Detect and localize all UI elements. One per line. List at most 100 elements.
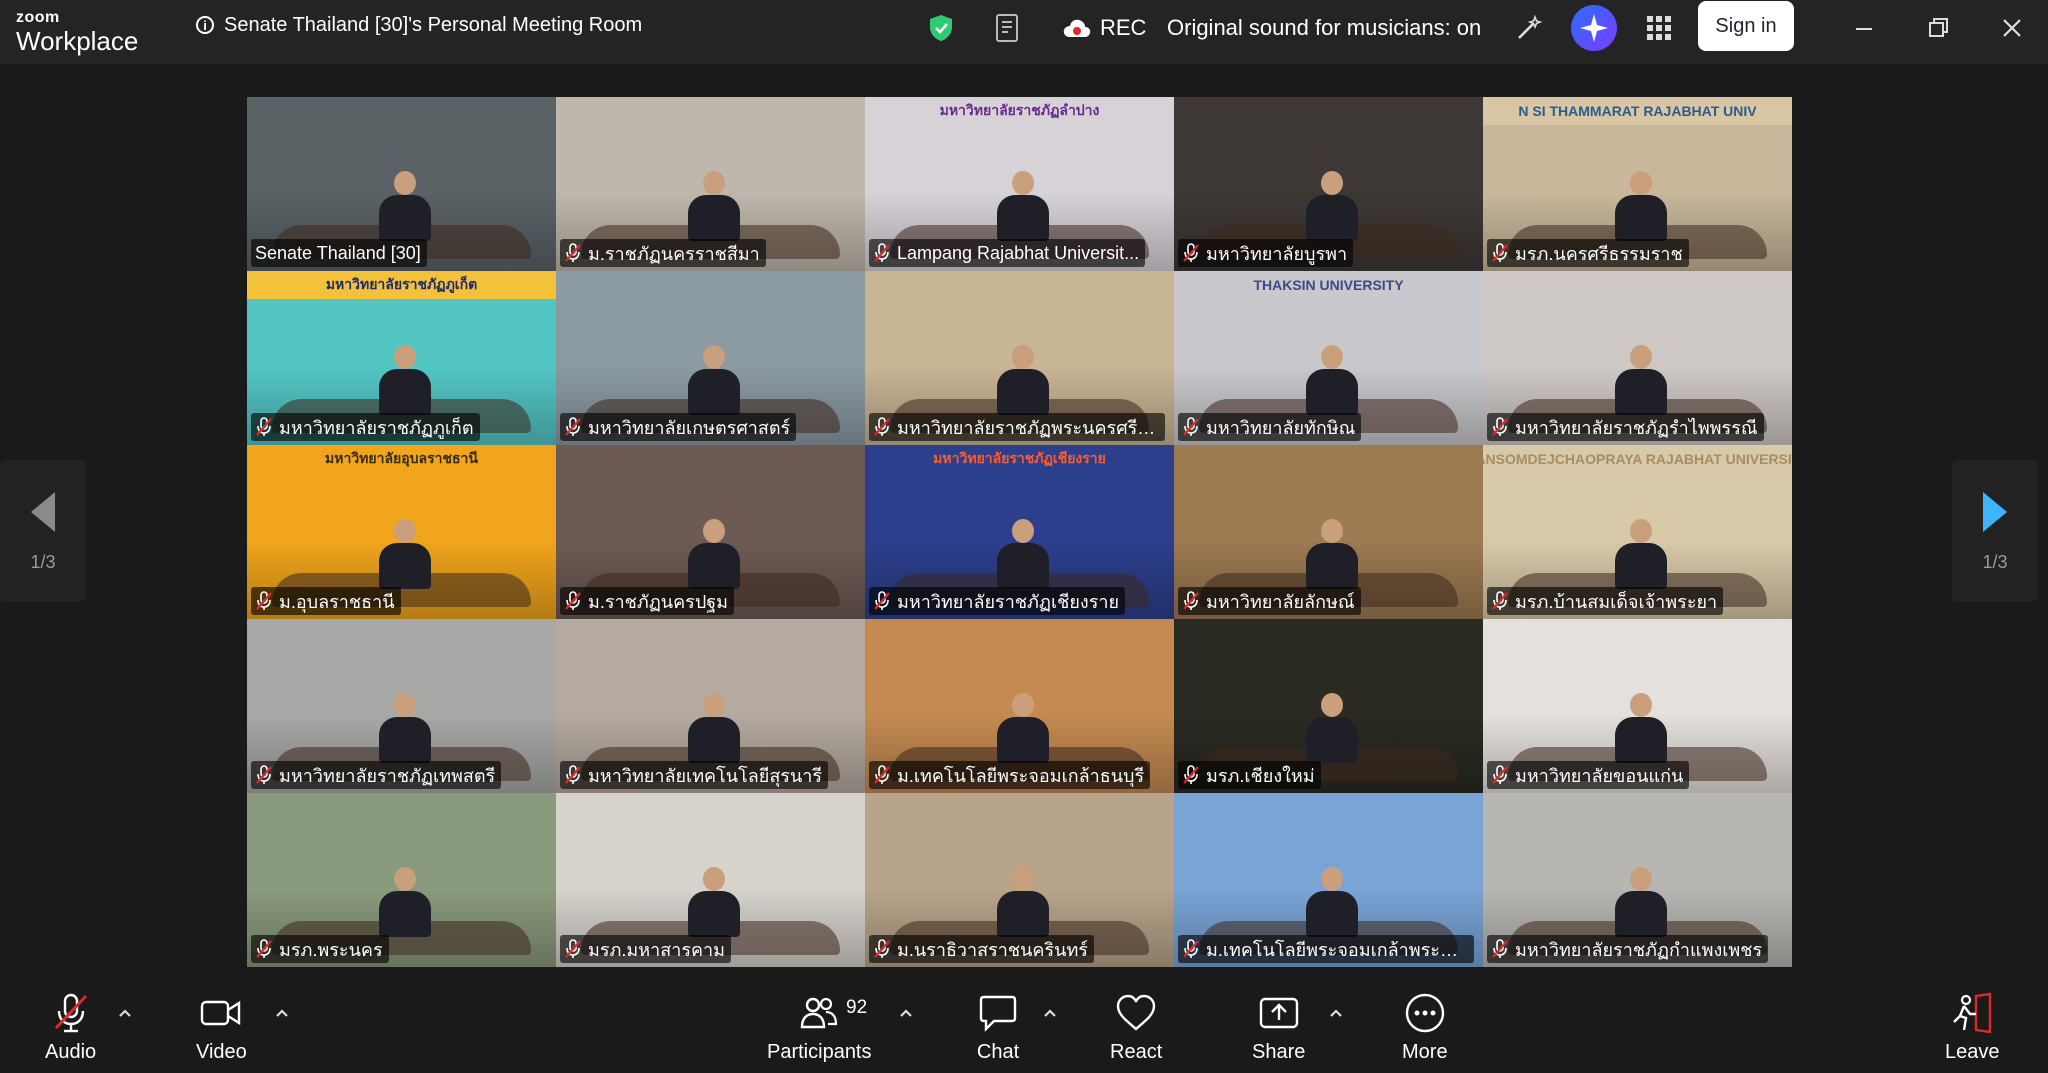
sign-in-button[interactable]: Sign in	[1698, 1, 1794, 51]
chat-button[interactable]: Chat	[976, 991, 1020, 1064]
participant-name: มหาวิทยาลัยราชภัฏภูเก็ต	[279, 417, 474, 438]
close-icon[interactable]	[1998, 14, 2026, 42]
participant-silhouette	[1613, 519, 1669, 589]
participant-video-tile[interactable]: THAKSIN UNIVERSITY มหาวิทยาลัยทักษิณ	[1174, 271, 1483, 445]
participant-silhouette	[686, 519, 742, 589]
react-label: React	[1110, 1041, 1163, 1063]
participant-name-tag: มหาวิทยาลัยราชภัฏเชียงราย	[869, 587, 1126, 615]
leave-exit-icon	[1950, 991, 1994, 1035]
participant-silhouette	[1304, 345, 1360, 415]
video-button[interactable]: Video	[196, 991, 247, 1064]
participant-video-tile[interactable]: มหาวิทยาลัยอุบลราชธานี ม.อุบลราชธานี	[247, 445, 556, 619]
muted-mic-icon	[1492, 939, 1508, 958]
participant-name: ม.เทคโนโลยีพระจอมเกล้าพระนคร...	[1206, 939, 1468, 960]
leave-button[interactable]: Leave	[1945, 991, 2000, 1064]
muted-mic-icon	[1492, 243, 1508, 262]
previous-page-button[interactable]: 1/3	[0, 460, 86, 602]
participant-video-tile[interactable]: ม.นราธิวาสราชนครินทร์	[865, 793, 1174, 967]
cloud-recording-indicator[interactable]: REC	[1062, 0, 1146, 56]
participants-options-chevron-up-icon[interactable]	[896, 1003, 916, 1023]
muted-mic-icon	[874, 939, 890, 958]
meeting-info[interactable]: i Senate Thailand [30]'s Personal Meetin…	[196, 12, 642, 38]
participant-video-tile[interactable]: ม.เทคโนโลยีพระจอมเกล้าพระนคร...	[1174, 793, 1483, 967]
participant-video-tile[interactable]: มหาวิทยาลัยราชภัฏรำไพพรรณี	[1483, 271, 1792, 445]
muted-mic-icon	[256, 939, 272, 958]
participant-video-tile[interactable]: BANSOMDEJCHAOPRAYA RAJABHAT UNIVERSITY มร…	[1483, 445, 1792, 619]
gallery-view-grid: Senate Thailand [30] ม.ราชภัฏนครราชสีมา มห…	[247, 97, 1792, 967]
share-button[interactable]: Share	[1252, 991, 1305, 1064]
participant-video-tile[interactable]: ม.ราชภัฏนครปฐม	[556, 445, 865, 619]
more-button[interactable]: More	[1402, 991, 1448, 1064]
participant-name: Senate Thailand [30]	[255, 242, 421, 263]
audio-button[interactable]: Audio	[45, 991, 96, 1064]
participant-name: ม.ราชภัฏนครปฐม	[588, 591, 729, 612]
participant-name: มรภ.พระนคร	[279, 939, 383, 960]
participant-video-tile[interactable]: มหาวิทยาลัยราชภัฏภูเก็ต มหาวิทยาลัยราชภัฏ…	[247, 271, 556, 445]
share-options-chevron-up-icon[interactable]	[1326, 1003, 1346, 1023]
participant-silhouette	[1613, 171, 1669, 241]
minimize-icon[interactable]	[1850, 14, 1878, 42]
info-icon[interactable]: i	[196, 16, 214, 34]
next-page-button[interactable]: 1/3	[1952, 460, 2038, 602]
participant-video-tile[interactable]: มหาวิทยาลัยเกษตรศาสตร์	[556, 271, 865, 445]
participant-name: มหาวิทยาลัยเกษตรศาสตร์	[588, 417, 791, 438]
security-shield-icon[interactable]	[928, 0, 954, 56]
original-sound-status[interactable]: Original sound for musicians: on	[1167, 0, 1481, 56]
participant-video-tile[interactable]: มหาวิทยาลัยราชภัฏพระนครศรีอยุ...	[865, 271, 1174, 445]
participant-name: มรภ.บ้านสมเด็จเจ้าพระยา	[1515, 591, 1718, 612]
participant-silhouette	[686, 693, 742, 763]
participant-video-tile[interactable]: ม.เทคโนโลยีพระจอมเกล้าธนบุรี	[865, 619, 1174, 793]
participant-video-tile[interactable]: Senate Thailand [30]	[247, 97, 556, 271]
participant-silhouette	[1613, 867, 1669, 937]
participant-video-tile[interactable]: มหาวิทยาลัยราชภัฏกำแพงเพชร	[1483, 793, 1792, 967]
magic-wand-icon[interactable]	[1515, 0, 1543, 56]
participant-video-tile[interactable]: มรภ.พระนคร	[247, 793, 556, 967]
muted-mic-icon	[565, 243, 581, 262]
participant-video-tile[interactable]: มหาวิทยาลัยเทคโนโลยีสุรนารี	[556, 619, 865, 793]
page-indicator-left: 1/3	[30, 551, 56, 572]
restore-icon[interactable]	[1924, 14, 1952, 42]
muted-microphone-icon	[49, 991, 93, 1035]
participant-name-tag: มหาวิทยาลัยขอนแก่น	[1487, 761, 1690, 789]
chat-options-chevron-up-icon[interactable]	[1040, 1003, 1060, 1023]
participant-name: มหาวิทยาลัยลักษณ์	[1206, 591, 1355, 612]
participant-video-tile[interactable]: มหาวิทยาลัยราชภัฏเทพสตรี	[247, 619, 556, 793]
participant-video-tile[interactable]: มหาวิทยาลัยขอนแก่น	[1483, 619, 1792, 793]
heart-icon	[1114, 991, 1158, 1035]
apps-grid-icon[interactable]	[1647, 0, 1671, 56]
cloud-rec-icon	[1063, 19, 1091, 37]
chat-bubble-icon	[976, 991, 1020, 1035]
react-button[interactable]: React	[1110, 991, 1162, 1064]
audio-label: Audio	[45, 1041, 97, 1063]
participant-name: มหาวิทยาลัยราชภัฏพระนครศรีอยุ...	[897, 417, 1159, 438]
meeting-notes-icon[interactable]	[994, 0, 1022, 56]
participant-video-tile[interactable]: มรภ.เชียงใหม่	[1174, 619, 1483, 793]
share-label: Share	[1252, 1041, 1306, 1063]
participant-name-tag: ม.เทคโนโลยีพระจอมเกล้าพระนคร...	[1178, 935, 1474, 963]
leave-label: Leave	[1945, 1041, 2000, 1063]
participant-video-tile[interactable]: มรภ.มหาสารคาม	[556, 793, 865, 967]
participant-name-tag: มหาวิทยาลัยราชภัฏเทพสตรี	[251, 761, 502, 789]
logo-bottom-text: Workplace	[16, 26, 139, 56]
participant-video-tile[interactable]: มหาวิทยาลัยราชภัฏลำปาง Lampang Rajabhat U…	[865, 97, 1174, 271]
participant-name: ม.เทคโนโลยีพระจอมเกล้าธนบุรี	[897, 765, 1145, 786]
video-options-chevron-up-icon[interactable]	[272, 1003, 292, 1023]
participant-video-tile[interactable]: ม.ราชภัฏนครราชสีมา	[556, 97, 865, 271]
participant-video-tile[interactable]: N SI THAMMARAT RAJABHAT UNIV มรภ.นครศรีธร…	[1483, 97, 1792, 271]
participant-name: มหาวิทยาลัยราชภัฏเทพสตรี	[279, 765, 496, 786]
title-bar: zoom Workplace i Senate Thailand [30]'s …	[0, 0, 2048, 64]
participant-name-tag: มหาวิทยาลัยราชภัฏพระนครศรีอยุ...	[869, 413, 1165, 441]
participant-video-tile[interactable]: มหาวิทยาลัยราชภัฏเชียงราย มหาวิทยาลัยราชภ…	[865, 445, 1174, 619]
participant-video-tile[interactable]: มหาวิทยาลัยลักษณ์	[1174, 445, 1483, 619]
participant-name-tag: มรภ.มหาสารคาม	[560, 935, 732, 963]
participant-name-tag: มรภ.บ้านสมเด็จเจ้าพระยา	[1487, 587, 1724, 615]
participant-video-tile[interactable]: มหาวิทยาลัยบูรพา	[1174, 97, 1483, 271]
institution-banner: N SI THAMMARAT RAJABHAT UNIV	[1483, 97, 1792, 125]
muted-mic-icon	[1183, 591, 1199, 610]
audio-options-chevron-up-icon[interactable]	[115, 1003, 135, 1023]
muted-mic-icon	[1183, 417, 1199, 436]
ai-companion-icon[interactable]	[1570, 0, 1618, 56]
video-camera-icon	[199, 991, 243, 1035]
muted-mic-icon	[874, 591, 890, 610]
muted-mic-icon	[874, 417, 890, 436]
